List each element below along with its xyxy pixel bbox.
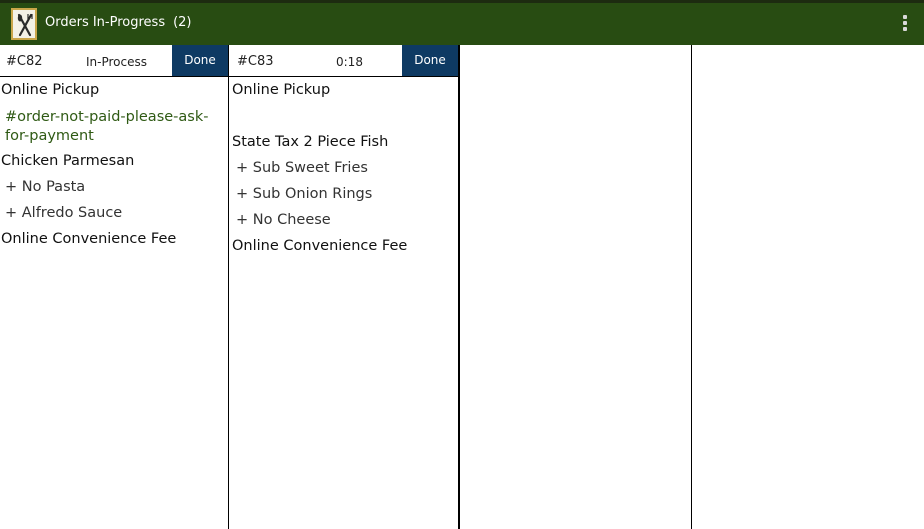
order-note-line: #order-not-paid-please-ask- (5, 109, 209, 125)
order-column: #C83 0:18 Done Online Pickup State Tax 2… (229, 45, 460, 529)
order-status: In-Process (86, 55, 147, 69)
order-count: (2) (173, 15, 192, 30)
order-type: Online Pickup (232, 82, 331, 98)
order-header: #C82 In-Process Done (0, 45, 228, 77)
order-header: #C83 0:18 Done (229, 45, 458, 77)
order-note: #order-not-paid-please-ask- for-payment (5, 108, 208, 146)
order-timer: 0:18 (336, 55, 363, 69)
item-modifier: + Sub Sweet Fries (236, 160, 368, 176)
item-modifier: + Sub Onion Rings (236, 186, 373, 202)
page-title: Orders In-Progress (2) (45, 15, 192, 30)
overflow-menu-icon[interactable] (902, 15, 908, 33)
order-note-line: for-payment (5, 128, 94, 144)
order-id: #C83 (237, 54, 274, 69)
empty-order-column (461, 45, 692, 529)
item-name: Chicken Parmesan (1, 153, 135, 169)
order-column: #C82 In-Process Done Online Pickup #orde… (0, 45, 229, 529)
order-type: Online Pickup (1, 82, 100, 98)
done-button[interactable]: Done (172, 45, 228, 76)
order-id: #C82 (6, 54, 43, 69)
done-button[interactable]: Done (402, 45, 458, 76)
page-title-text: Orders In-Progress (45, 15, 166, 30)
empty-order-column (693, 45, 924, 529)
item-modifier: + No Cheese (236, 212, 331, 228)
item-name: Online Convenience Fee (232, 238, 408, 254)
item-name: Online Convenience Fee (1, 231, 177, 247)
item-name: State Tax 2 Piece Fish (232, 134, 389, 150)
item-modifier: + Alfredo Sauce (5, 205, 123, 221)
app-bar: Orders In-Progress (2) (0, 0, 924, 45)
fork-knife-icon[interactable] (11, 8, 37, 40)
item-modifier: + No Pasta (5, 179, 86, 195)
